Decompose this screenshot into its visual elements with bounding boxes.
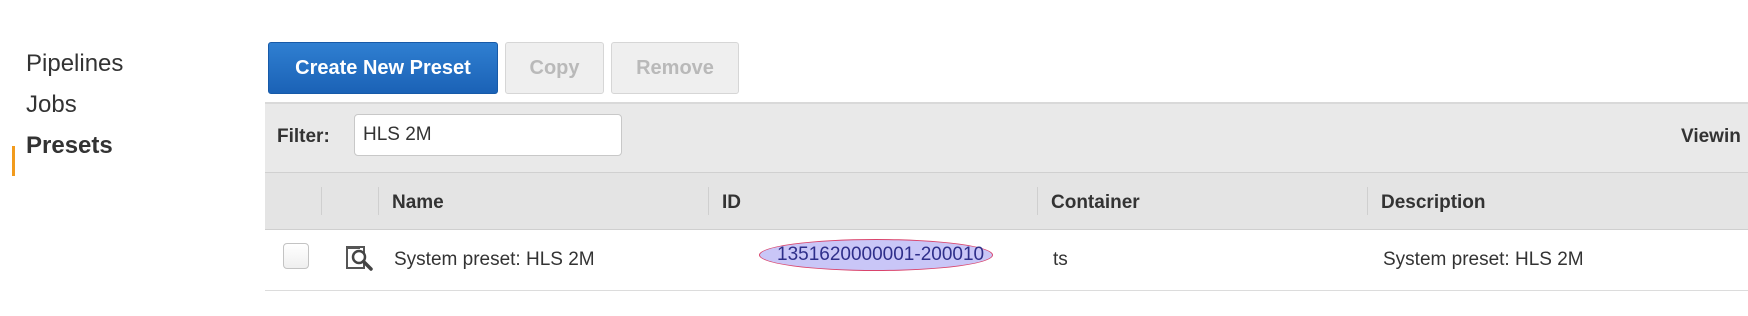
column-header-name[interactable]: Name: [392, 192, 444, 214]
magnifier-preview-icon[interactable]: [345, 244, 375, 272]
sidebar: Pipelines Jobs Presets: [0, 0, 250, 316]
app: Pipelines Jobs Presets Create New Preset…: [0, 0, 1748, 316]
active-nav-marker: [12, 146, 15, 176]
viewing-count-text: Viewin: [1681, 126, 1741, 147]
preset-id-cell: 1351620000001-200010: [777, 244, 985, 265]
sidebar-item-presets[interactable]: Presets: [26, 132, 113, 160]
column-separator: [378, 187, 379, 215]
column-separator: [321, 187, 322, 215]
main-content: Create New Preset Copy Remove Filter: Vi…: [265, 0, 1748, 316]
preset-name-cell[interactable]: System preset: HLS 2M: [394, 249, 595, 271]
remove-button[interactable]: Remove: [611, 42, 739, 94]
column-separator: [1367, 187, 1368, 215]
row-select-checkbox[interactable]: [283, 243, 309, 269]
filter-label: Filter:: [277, 126, 330, 147]
table-row[interactable]: System preset: HLS 2M 1351620000001-2000…: [265, 230, 1748, 291]
column-separator: [1037, 187, 1038, 215]
sidebar-item-pipelines[interactable]: Pipelines: [26, 50, 123, 78]
column-header-id[interactable]: ID: [722, 192, 741, 214]
column-header-container[interactable]: Container: [1051, 192, 1140, 214]
filter-input[interactable]: [354, 114, 622, 156]
sidebar-item-jobs[interactable]: Jobs: [26, 91, 77, 119]
copy-button[interactable]: Copy: [505, 42, 604, 94]
table-header: Name ID Container Description: [265, 172, 1748, 230]
create-new-preset-button[interactable]: Create New Preset: [268, 42, 498, 94]
column-header-description[interactable]: Description: [1381, 192, 1486, 214]
description-cell: System preset: HLS 2M: [1383, 249, 1584, 270]
filter-bar: Filter: Viewin: [265, 102, 1748, 172]
container-cell: ts: [1053, 249, 1068, 270]
column-separator: [708, 187, 709, 215]
